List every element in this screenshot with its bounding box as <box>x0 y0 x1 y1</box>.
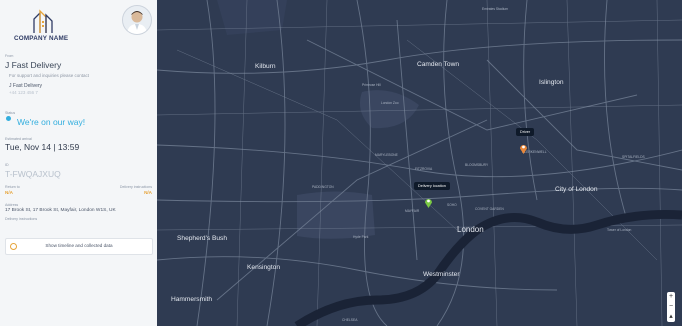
map-label-fitzrovia: FITZROVIA <box>415 167 433 171</box>
map-roads <box>157 0 682 326</box>
zoom-controls: + − ▴ <box>667 292 675 322</box>
delivery-location-tooltip: Delivery location <box>414 182 450 190</box>
map-label-primrose: Primrose Hill <box>362 83 381 87</box>
building-logo-icon <box>33 9 53 33</box>
customer-label: Delivery instructions <box>119 185 152 189</box>
address-value: 17 Brook St, 17 Brook St, Mayfair, Londo… <box>5 208 116 213</box>
map-label-westminster: Westminster <box>423 271 460 278</box>
map-label-covent-garden: COVENT GARDEN <box>475 207 504 211</box>
map-label-islington: Islington <box>539 79 564 86</box>
tracking-id-label: ID <box>5 163 9 167</box>
eta-value: Tue, Nov 14 | 13:59 <box>5 142 80 152</box>
compass-icon[interactable]: ▴ <box>667 312 675 322</box>
zoom-in-button[interactable]: + <box>667 292 675 302</box>
map-label-chelsea: CHELSEA <box>342 318 358 322</box>
map-label-hammersmith: Hammersmith <box>171 296 213 303</box>
show-timeline-button[interactable]: Show timeline and collected data <box>5 238 153 255</box>
map-label-paddington: PADDINGTON <box>312 185 334 189</box>
map-label-london-zoo: London Zoo <box>381 101 399 105</box>
status-value: We're on our way! <box>17 117 86 127</box>
map-label-kilburn: Kilburn <box>255 63 276 70</box>
person-avatar-icon <box>123 6 151 34</box>
returns-label: Return to <box>5 185 20 189</box>
map-label-city-of-london: City of London <box>555 186 598 193</box>
status-indicator-icon <box>6 116 11 121</box>
delivery-location-pin-icon[interactable] <box>424 197 433 208</box>
map-label-london: London <box>457 225 484 234</box>
tracking-sidebar: COMPANY NAME From J Fast Delivery For su… <box>0 0 157 326</box>
tracking-id-value: T-FWQAJXUQ <box>5 169 61 179</box>
map-label-camden: Camden Town <box>417 61 460 68</box>
company-logo: COMPANY NAME <box>14 9 74 45</box>
delivery-instructions-label: Delivery instructions <box>5 217 38 221</box>
company-name: J Fast Delivery <box>5 60 62 70</box>
zoom-out-button[interactable]: − <box>667 302 675 312</box>
map-label-bloomsbury: BLOOMSBURY <box>465 163 489 167</box>
support-text: For support and inquiries please contact <box>9 73 90 78</box>
map-label-emirates: Emirates Stadium <box>482 7 509 11</box>
map-label-shepherds-bush: Shepherd's Bush <box>177 235 228 242</box>
from-label: From <box>5 54 14 58</box>
map-label-marylebone: MARYLEBONE <box>375 153 398 157</box>
driver-avatar <box>122 5 152 35</box>
map-label-soho: SOHO <box>447 203 457 207</box>
map-label-spitalfields: SPITALFIELDS <box>622 155 645 159</box>
address-label: Address <box>5 203 19 207</box>
eta-label: Estimated arrival <box>5 137 32 141</box>
contact-name: J Fast Delivery <box>9 83 43 89</box>
map-label-mayfair: MAYFAIR <box>405 209 420 213</box>
status-label: Status <box>5 111 16 115</box>
customer-value: N/A <box>144 190 152 195</box>
map-label-hyde-park: Hyde Park <box>353 235 369 239</box>
returns-value: N/A <box>5 190 13 195</box>
show-timeline-label: Show timeline and collected data <box>45 243 113 248</box>
driver-location-pin-icon[interactable] <box>519 143 528 154</box>
map-view[interactable]: Emirates Stadium Camden Town Kilburn Isl… <box>157 0 682 326</box>
company-logo-text: COMPANY NAME <box>14 35 69 42</box>
map-label-tower: Tower of London <box>607 228 632 232</box>
contact-phone[interactable]: +44 123 456 7 <box>9 90 38 95</box>
map-label-kensington: Kensington <box>247 264 280 271</box>
driver-tooltip: Driver <box>516 128 535 136</box>
